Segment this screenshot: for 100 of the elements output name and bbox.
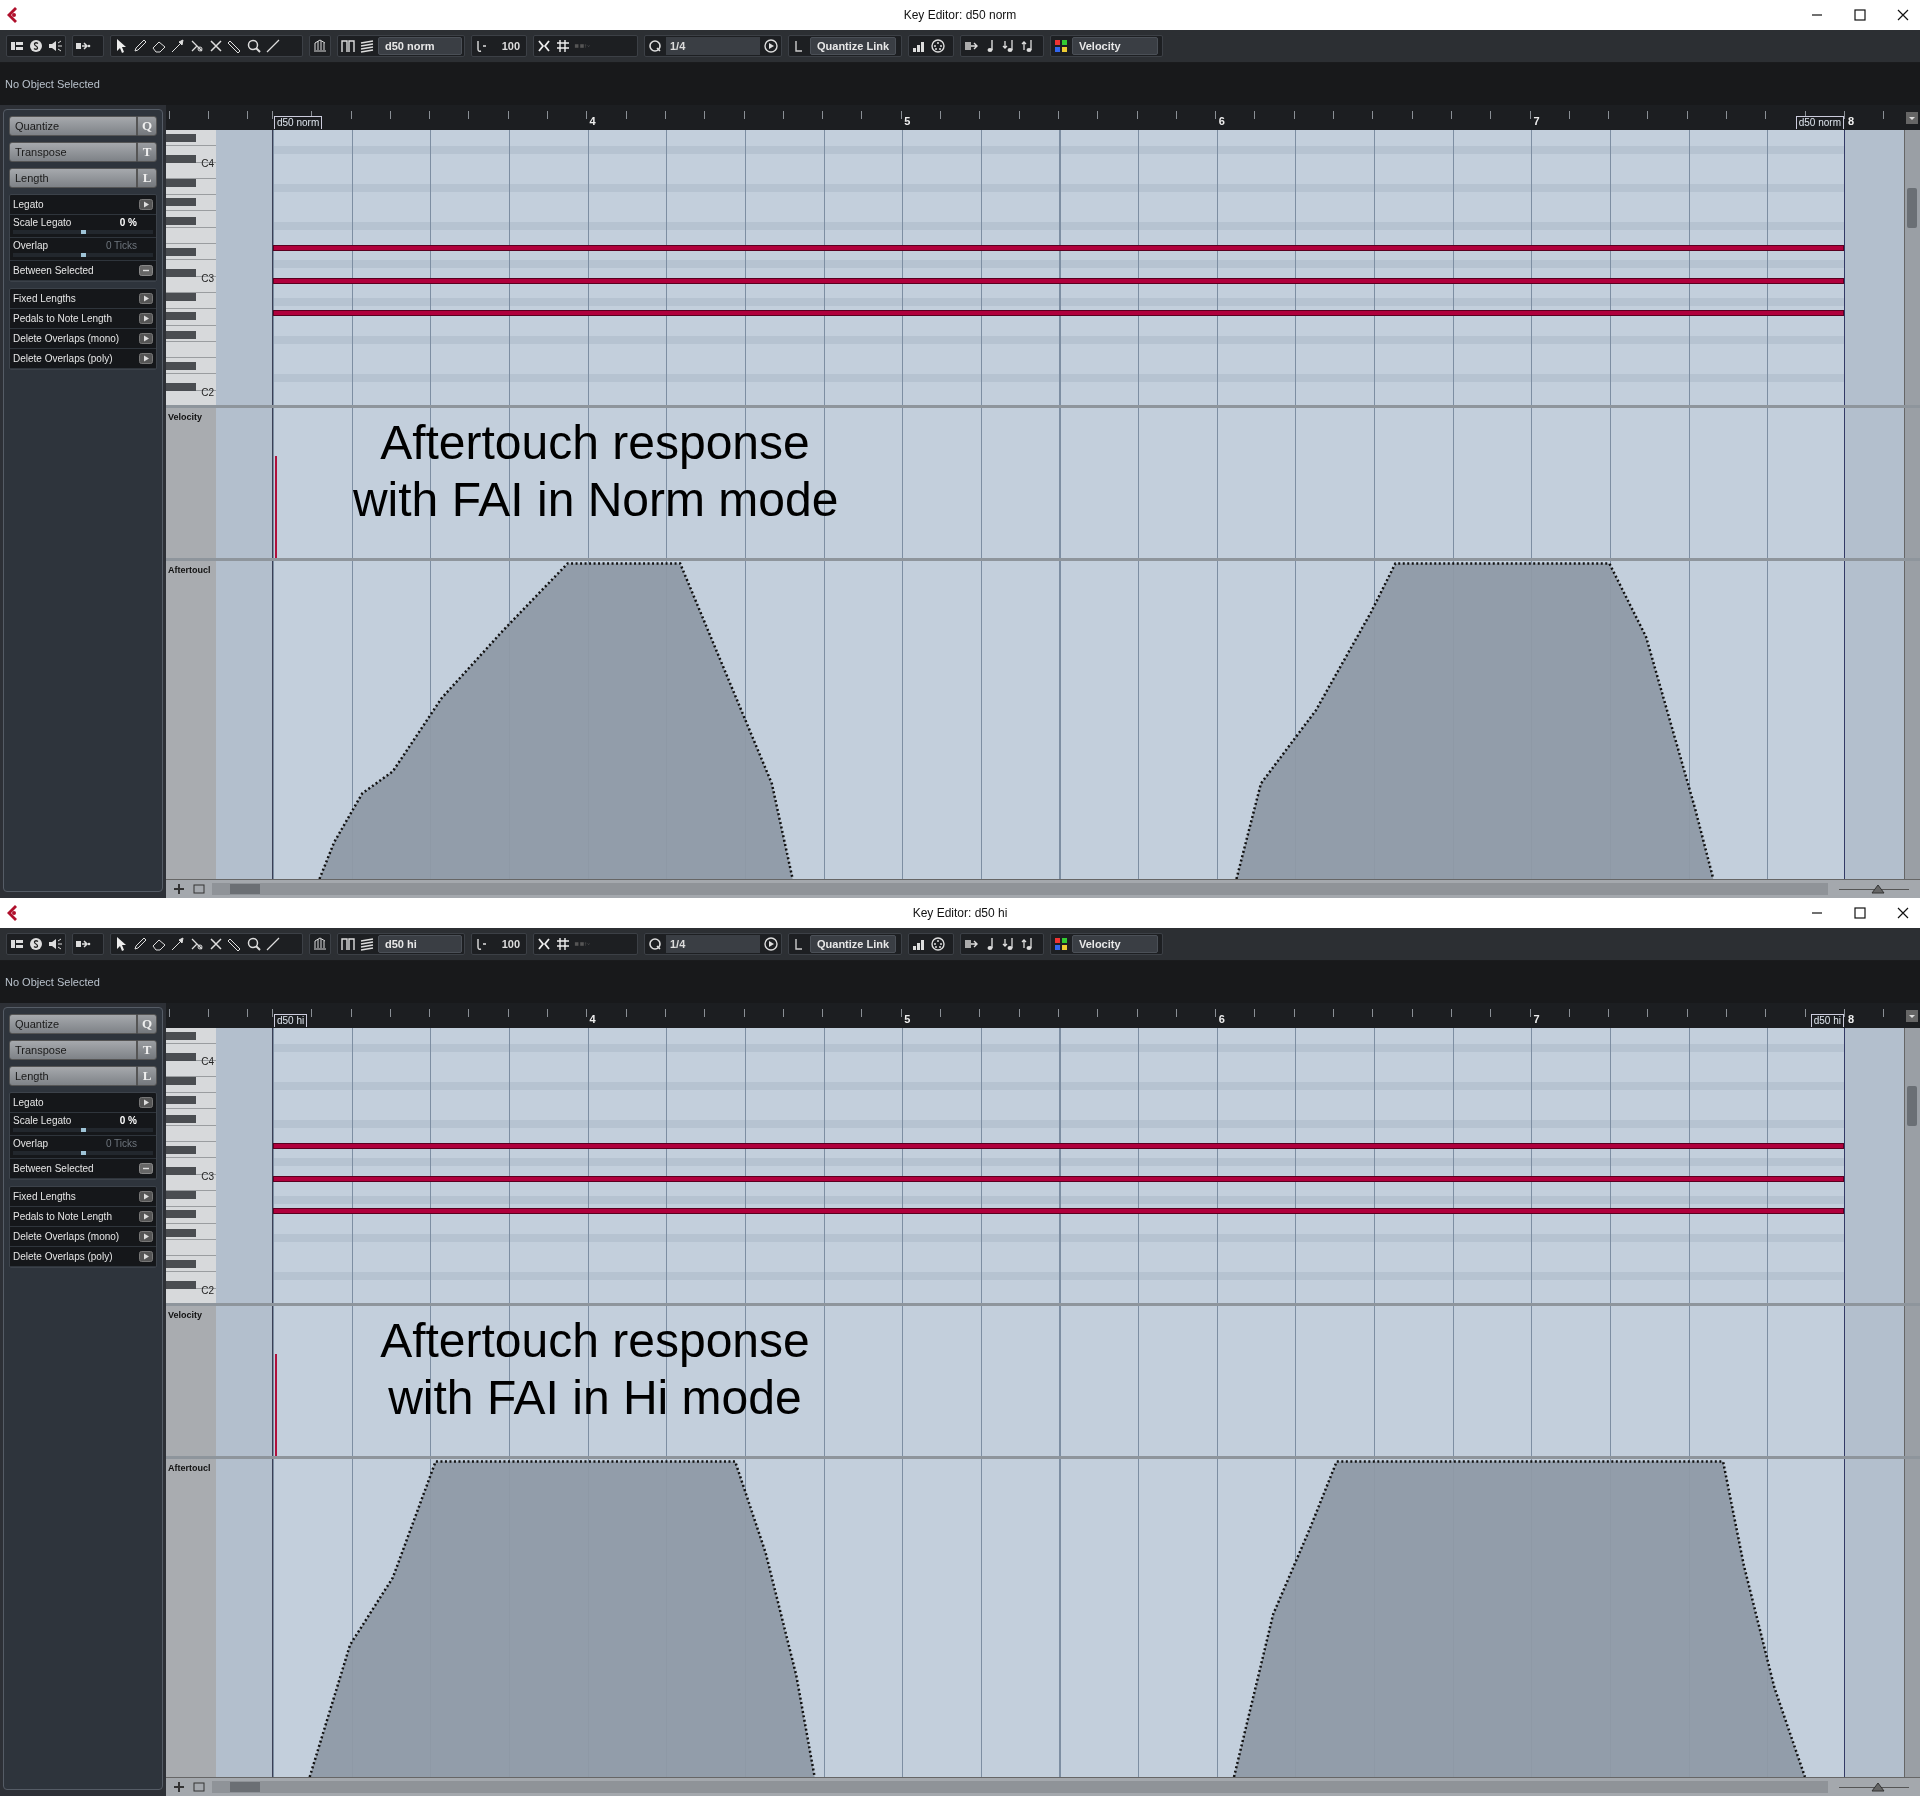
grid-icon[interactable]: [555, 38, 571, 54]
add-lane-icon[interactable]: [172, 1780, 186, 1794]
bar-number: 4: [589, 115, 596, 127]
inspector-section-header[interactable]: Quantize: [9, 1014, 137, 1034]
line-tool-icon[interactable]: [265, 38, 281, 54]
inspector-section-header[interactable]: Transpose: [9, 142, 137, 162]
midi-port-icon[interactable]: [930, 936, 946, 952]
horizontal-scrollbar[interactable]: [212, 883, 1828, 895]
apply-icon[interactable]: [139, 313, 153, 324]
vertical-scrollbar[interactable]: [1904, 1306, 1920, 1456]
vertical-scrollbar[interactable]: [1904, 1459, 1920, 1777]
function-label: Fixed Lengths: [13, 293, 76, 304]
speaker-icon[interactable]: [47, 936, 63, 952]
apply-icon[interactable]: [139, 293, 153, 304]
vertical-scrollbar[interactable]: [1904, 408, 1920, 558]
velocity-lane[interactable]: Aftertouch response with FAI in Norm mode: [272, 408, 1845, 558]
lane-label: Aftertoucl: [167, 564, 212, 575]
mute-tool-icon[interactable]: [208, 38, 224, 54]
part-dropdown[interactable]: d50 hi: [378, 935, 462, 953]
minus-icon[interactable]: [139, 265, 153, 276]
zoom-slider-thumb[interactable]: [1871, 884, 1885, 894]
inspector-section-header[interactable]: Length: [9, 168, 137, 188]
inspector-section-header[interactable]: Length: [9, 1066, 137, 1086]
mute-tool-icon[interactable]: [208, 936, 224, 952]
apply-icon[interactable]: [139, 199, 153, 210]
part-dropdown[interactable]: d50 norm: [378, 37, 462, 55]
slider-value[interactable]: 0 %: [119, 1115, 137, 1126]
color-mode-dropdown[interactable]: Velocity: [1072, 37, 1158, 55]
ruler[interactable]: d50 hi 4 5 6 7 d50 hi 8: [166, 1003, 1920, 1028]
close-icon[interactable]: [1897, 9, 1909, 21]
slider-thumb[interactable]: [81, 1128, 86, 1132]
solo-icon[interactable]: [28, 38, 44, 54]
midi-port-icon[interactable]: [930, 38, 946, 54]
add-lane-icon[interactable]: [172, 882, 186, 896]
bar-number: 8: [1848, 1013, 1855, 1025]
layers-icon[interactable]: [359, 936, 375, 952]
horizontal-scrollbar[interactable]: [212, 1781, 1828, 1793]
function-label: Pedals to Note Length: [13, 313, 112, 324]
apply-icon[interactable]: [139, 1231, 153, 1242]
window-title: Key Editor: d50 hi: [912, 906, 1008, 920]
minus-icon[interactable]: [139, 1163, 153, 1174]
annotation-text: Aftertouch response: [379, 415, 811, 471]
part-border-icon[interactable]: [340, 38, 356, 54]
annotation-text: Aftertouch response: [379, 1313, 811, 1369]
slider-thumb[interactable]: [81, 230, 86, 234]
apply-icon[interactable]: [139, 1251, 153, 1262]
quantize-link-dropdown[interactable]: Quantize Link: [810, 37, 896, 55]
key-label: C2: [201, 387, 214, 398]
layers-icon[interactable]: [359, 38, 375, 54]
bar-number: 5: [904, 115, 911, 127]
key-label: C4: [201, 1056, 214, 1067]
slider-label: Overlap: [13, 1138, 48, 1149]
velocity-lane[interactable]: Aftertouch response with FAI in Hi mode: [272, 1306, 1845, 1456]
grid-icon[interactable]: [555, 936, 571, 952]
zoom-slider-thumb[interactable]: [1871, 1782, 1885, 1792]
solo-icon[interactable]: [28, 936, 44, 952]
snap-icon[interactable]: [536, 936, 552, 952]
snap-icon[interactable]: [536, 38, 552, 54]
velocity-bar[interactable]: [274, 1354, 277, 1456]
vertical-scrollbar[interactable]: [1904, 1028, 1920, 1303]
part-end-label: d50 hi: [1810, 1014, 1844, 1027]
vertical-scrollbar[interactable]: [1904, 561, 1920, 879]
info-line-text: No Object Selected: [4, 976, 100, 988]
part-start-label: d50 hi: [274, 1014, 308, 1027]
ruler[interactable]: d50 norm 4 5 6 7 d50 norm 8: [166, 105, 1920, 130]
bar-number: 6: [1218, 1013, 1225, 1025]
slider-value[interactable]: 0 %: [119, 217, 137, 228]
velocity-bar[interactable]: [274, 456, 277, 558]
speaker-icon[interactable]: [47, 38, 63, 54]
window-title: Key Editor: d50 norm: [903, 8, 1017, 22]
apply-icon[interactable]: [139, 353, 153, 364]
pencil-tool-icon[interactable]: [132, 936, 148, 952]
key-label: C4: [201, 158, 214, 169]
apply-icon[interactable]: [139, 1097, 153, 1108]
color-palette-icon[interactable]: [1053, 38, 1069, 54]
quantize-link-dropdown[interactable]: Quantize Link: [810, 935, 896, 953]
apply-icon[interactable]: [139, 333, 153, 344]
vertical-scrollbar[interactable]: [1904, 130, 1920, 405]
key-label: C3: [201, 1170, 214, 1182]
apply-icon[interactable]: [139, 1191, 153, 1202]
zoom-tool-icon[interactable]: [246, 936, 262, 952]
line-tool-icon[interactable]: [265, 936, 281, 952]
function-label: Pedals to Note Length: [13, 1211, 112, 1222]
zoom-tool-icon[interactable]: [246, 38, 262, 54]
maximize-icon[interactable]: [1854, 9, 1866, 21]
function-label: Delete Overlaps (poly): [13, 353, 113, 364]
key-label: C2: [201, 1285, 214, 1296]
color-mode-dropdown[interactable]: Velocity: [1072, 935, 1158, 953]
function-label: Delete Overlaps (mono): [13, 1231, 120, 1242]
apply-icon[interactable]: [139, 1211, 153, 1222]
pencil-tool-icon[interactable]: [132, 38, 148, 54]
inspector-section-header[interactable]: Transpose: [9, 1040, 137, 1060]
part-border-icon[interactable]: [340, 936, 356, 952]
close-icon[interactable]: [1897, 907, 1909, 919]
maximize-icon[interactable]: [1854, 907, 1866, 919]
lane-label: Velocity: [167, 411, 204, 422]
info-line-text: No Object Selected: [4, 78, 100, 90]
function-label: Legato: [13, 1097, 44, 1108]
inspector-section-header[interactable]: Quantize: [9, 116, 137, 136]
color-palette-icon[interactable]: [1053, 936, 1069, 952]
